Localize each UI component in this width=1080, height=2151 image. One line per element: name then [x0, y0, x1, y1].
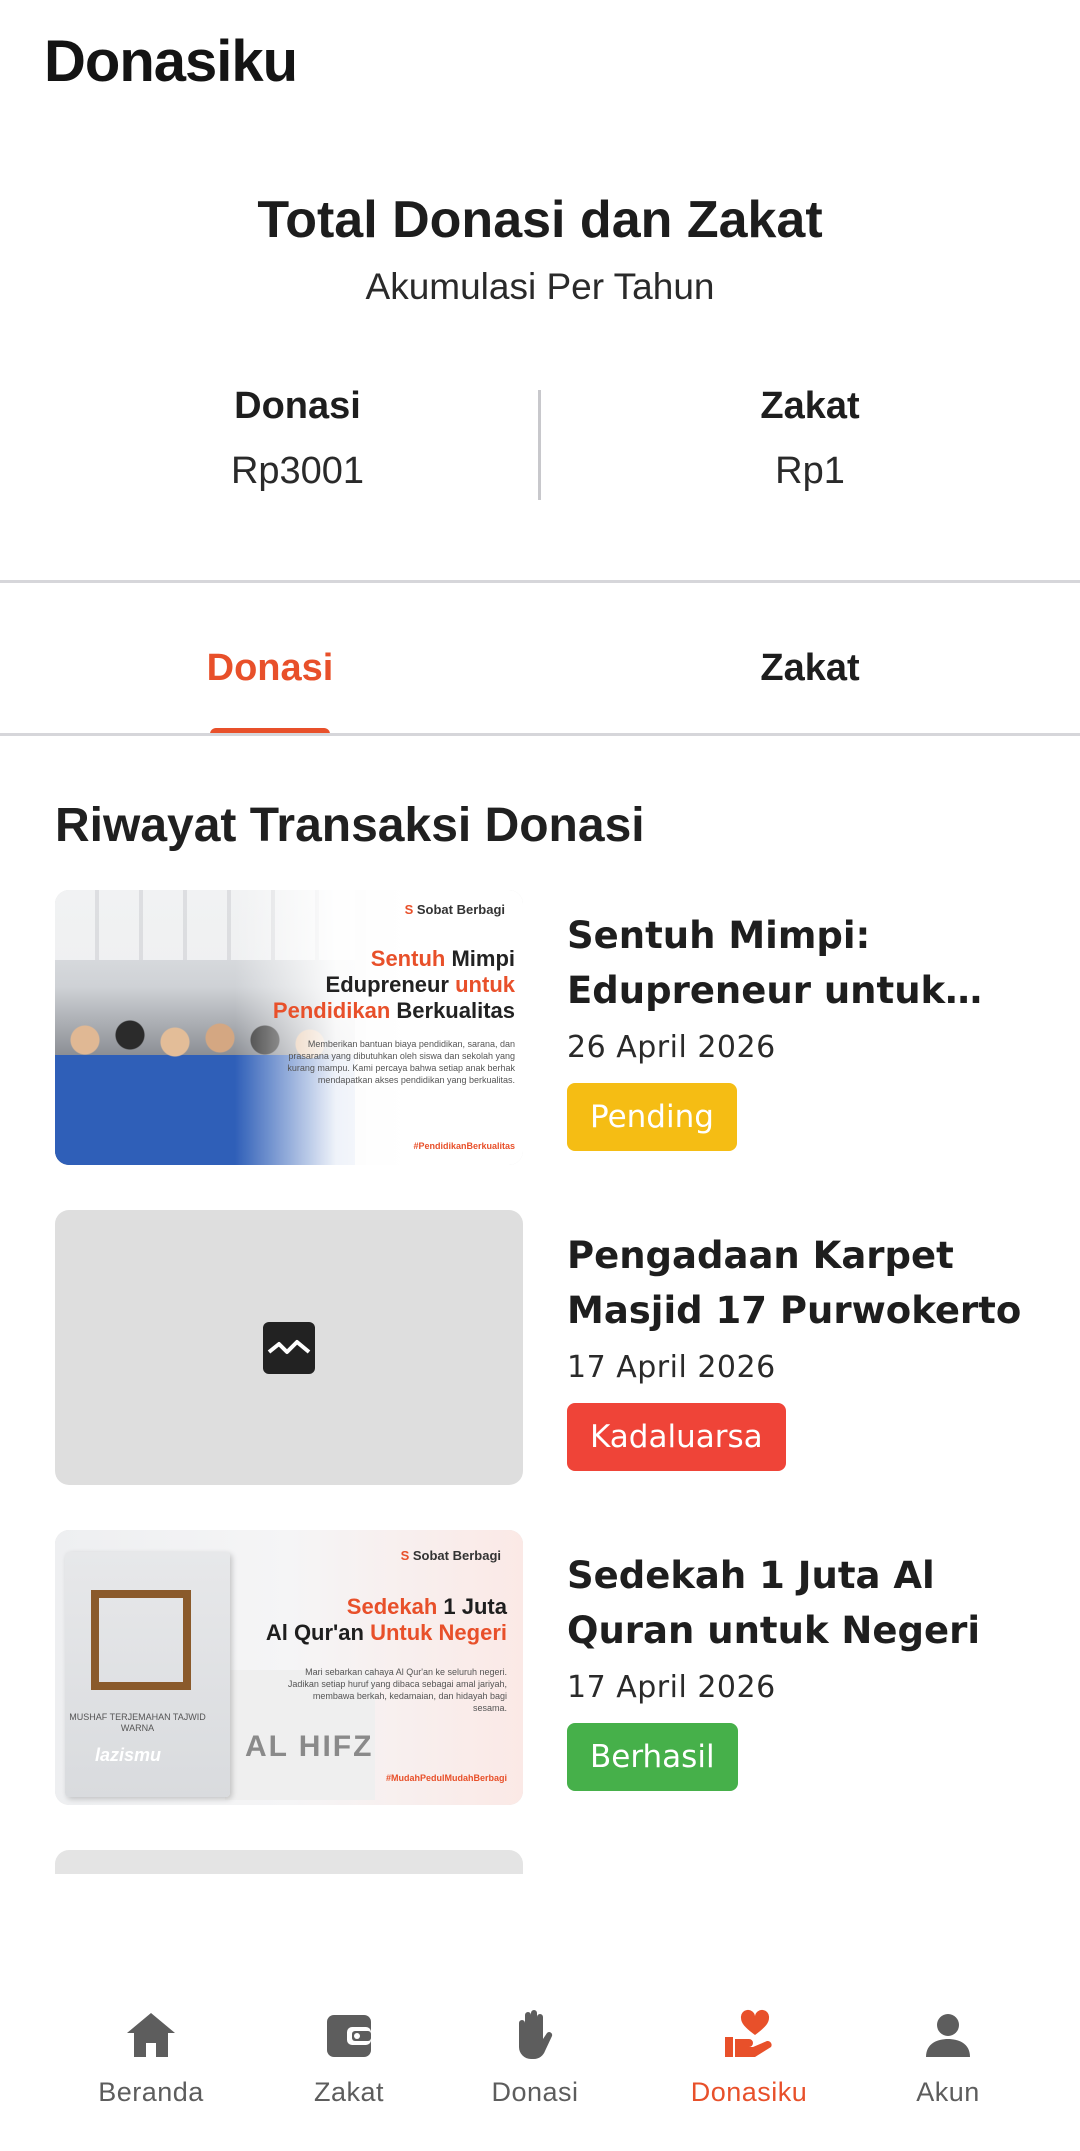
nav-label: Akun [916, 2077, 980, 2107]
status-badge: Pending [567, 1083, 737, 1151]
transaction-item[interactable]: S Sobat Berbagi Sentuh Mimpi Edupreneur … [55, 890, 1035, 1165]
totals-summary: Total Donasi dan Zakat Akumulasi Per Tah… [0, 190, 1080, 308]
transaction-date: 17 April 2026 [567, 1670, 776, 1705]
tabbar-divider-bottom [0, 733, 1080, 736]
nav-label: Donasiku [690, 2077, 808, 2107]
thumbnail-hashtag: #MudahPedulMudahBerbagi [385, 1773, 507, 1783]
book2-title: AL HIFZ [245, 1730, 374, 1763]
lazismu-logo: lazismu [95, 1745, 162, 1765]
transaction-title: Sedekah 1 Juta Al Quran untuk Negeri [567, 1554, 980, 1652]
nav-zakat[interactable]: Zakat [249, 2005, 449, 2108]
app-header: Donasiku [0, 0, 1080, 130]
transaction-info: Pengadaan Karpet Masjid 17 Purwokerto 17… [567, 1228, 1035, 1471]
calligraphy-icon [91, 1590, 191, 1690]
transaction-item-partial[interactable] [55, 1850, 523, 1874]
nav-donasiku[interactable]: Donasiku [649, 2005, 849, 2108]
status-badge: Kadaluarsa [567, 1403, 786, 1471]
transaction-item[interactable]: Pengadaan Karpet Masjid 17 Purwokerto 17… [55, 1210, 1035, 1485]
nav-akun[interactable]: Akun [848, 2005, 1048, 2108]
total-donasi: Donasi Rp3001 [0, 385, 595, 493]
transaction-info: Sentuh Mimpi: Edupreneur untuk Pendidika… [567, 908, 1035, 1151]
page-title: Donasiku [44, 29, 298, 94]
summary-subtitle: Akumulasi Per Tahun [365, 266, 715, 307]
transaction-info: Sedekah 1 Juta Al Quran untuk Negeri 17 … [567, 1548, 1035, 1791]
transaction-date: 26 April 2026 [567, 1030, 776, 1065]
nav-donasi[interactable]: Donasi [435, 2005, 635, 2108]
transaction-title: Sentuh Mimpi: Edupreneur untuk Pendidika… [567, 914, 946, 1012]
total-zakat-label: Zakat [760, 385, 860, 427]
total-donasi-label: Donasi [234, 385, 361, 427]
hand-icon [519, 2010, 553, 2059]
heart-hand-icon [725, 2009, 772, 2057]
nav-label: Donasi [491, 2077, 579, 2107]
transaction-thumbnail [55, 1210, 523, 1485]
wallet-icon [327, 2015, 371, 2057]
nav-label: Zakat [313, 2077, 385, 2107]
transaction-item[interactable]: AL HIFZ MUSHAF TERJEMAHAN TAJWID WARNA l… [55, 1530, 1035, 1805]
total-donasi-value: Rp3001 [230, 450, 365, 492]
nav-label: Beranda [98, 2077, 204, 2107]
tab-zakat[interactable]: Zakat [540, 583, 1080, 733]
thumbnail-body: Memberikan bantuan biaya pendidikan, sar… [287, 1039, 515, 1085]
thumbnail-hashtag: #PendidikanBerkualitas [413, 1141, 515, 1151]
book-subtitle: MUSHAF TERJEMAHAN TAJWID WARNA [69, 1712, 206, 1733]
summary-title: Total Donasi dan Zakat [257, 191, 823, 249]
thumbnail-body: Mari sebarkan cahaya Al Qur'an ke seluru… [287, 1667, 507, 1713]
total-zakat: Zakat Rp1 [540, 385, 1080, 493]
history-title: Riwayat Transaksi Donasi [55, 799, 645, 852]
transaction-thumbnail: S Sobat Berbagi Sentuh Mimpi Edupreneur … [55, 890, 523, 1165]
person-icon [926, 2014, 970, 2057]
tab-donasi[interactable]: Donasi [0, 583, 540, 733]
thumbnail-headline: Sedekah 1 Juta Al Qur'an Untuk Negeri [265, 1594, 507, 1645]
total-zakat-value: Rp1 [775, 450, 845, 492]
transaction-thumbnail: AL HIFZ MUSHAF TERJEMAHAN TAJWID WARNA l… [55, 1530, 523, 1805]
broken-image-icon [263, 1322, 315, 1374]
bottom-navigation: Beranda Zakat Donasi Donasiku Akun [0, 1960, 1080, 2151]
status-badge: Berhasil [567, 1723, 738, 1791]
sobat-berbagi-logo: S Sobat Berbagi [400, 1548, 501, 1563]
photo-fade [235, 890, 523, 1165]
totals-divider [538, 390, 541, 500]
nav-beranda[interactable]: Beranda [51, 2005, 251, 2108]
sobat-berbagi-logo: S Sobat Berbagi [404, 902, 505, 917]
home-icon [127, 2013, 175, 2057]
transaction-date: 17 April 2026 [567, 1350, 776, 1385]
tabbar: Donasi Zakat [0, 583, 1080, 736]
thumbnail-headline: Sentuh Mimpi Edupreneur untuk Pendidikan… [272, 946, 515, 1023]
transaction-title: Pengadaan Karpet Masjid 17 Purwokerto [567, 1234, 1022, 1332]
